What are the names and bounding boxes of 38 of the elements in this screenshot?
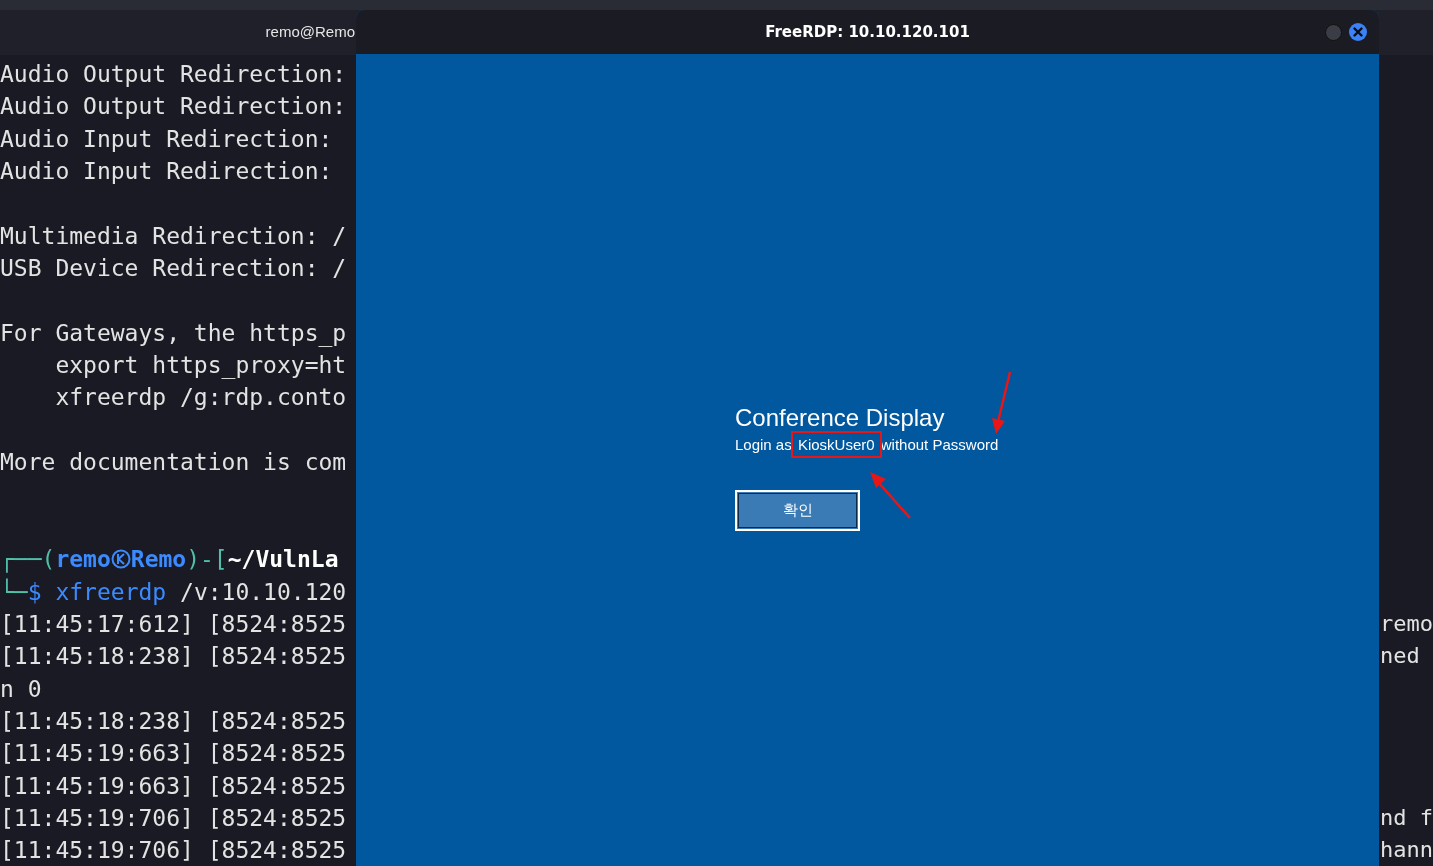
prompt-user: remo (55, 545, 111, 575)
terminal-line: [11:45:19:706] [8524:8525 (0, 836, 347, 866)
prompt-bracket: ┌──( (0, 545, 56, 575)
terminal-line: USB Device Redirection: / (0, 254, 347, 284)
prompt-sigil: $ (27, 577, 42, 607)
terminal-line: [11:45:19:663] [8524:8525 (0, 739, 347, 769)
confirm-button[interactable]: 확인 (735, 490, 860, 531)
terminal-line: ned (1380, 643, 1420, 669)
terminal-line: hann (1380, 837, 1433, 863)
terminal-line: [11:45:19:706] [8524:8525 (0, 803, 347, 833)
terminal-line: More documentation is com (0, 448, 347, 478)
prompt-bracket: └─ (0, 577, 28, 607)
window-title: remo@Remo (265, 22, 355, 43)
prompt-bracket: )-[ (186, 545, 228, 575)
prompt-path: ~/VulnLa (227, 545, 339, 575)
login-message: Login as KioskUser0 without Password (735, 434, 999, 456)
command-args: /v:10.10.120 (179, 577, 347, 607)
terminal-line: nd f (1380, 804, 1433, 830)
terminal-line: n 0 (0, 674, 42, 704)
terminal-line: [11:45:19:663] [8524:8525 (0, 771, 347, 801)
close-icon[interactable] (1349, 23, 1367, 41)
dialog-heading: Conference Display (735, 404, 946, 432)
prompt-host: Remo (130, 545, 187, 575)
terminal-line: Audio Input Redirection: (0, 157, 333, 187)
terminal-line: Audio Output Redirection: (0, 60, 347, 89)
command-name: xfreerdp (55, 577, 167, 607)
terminal-line: For Gateways, the https_p (0, 318, 347, 349)
terminal-line: Audio Output Redirection: (0, 92, 347, 122)
terminal-line: Multimedia Redirection: / (0, 221, 347, 251)
terminal-line: Audio Input Redirection: (0, 124, 333, 154)
terminal-line: [11:45:17:612] [8524:8525 (0, 609, 347, 639)
terminal-line: remo (1380, 610, 1433, 636)
terminal-line: [11:45:18:238] [8524:8525 (0, 706, 347, 736)
terminal-line: [11:45:18:238] [8524:8525 (0, 642, 347, 672)
terminal-line: xfreerdp /g:rdp.conto (54, 383, 347, 413)
annotation-arrow (868, 470, 912, 520)
terminal-line: export https_proxy=ht (54, 351, 347, 381)
window-title: FreeRDP: 10.10.120.101 (765, 21, 970, 43)
